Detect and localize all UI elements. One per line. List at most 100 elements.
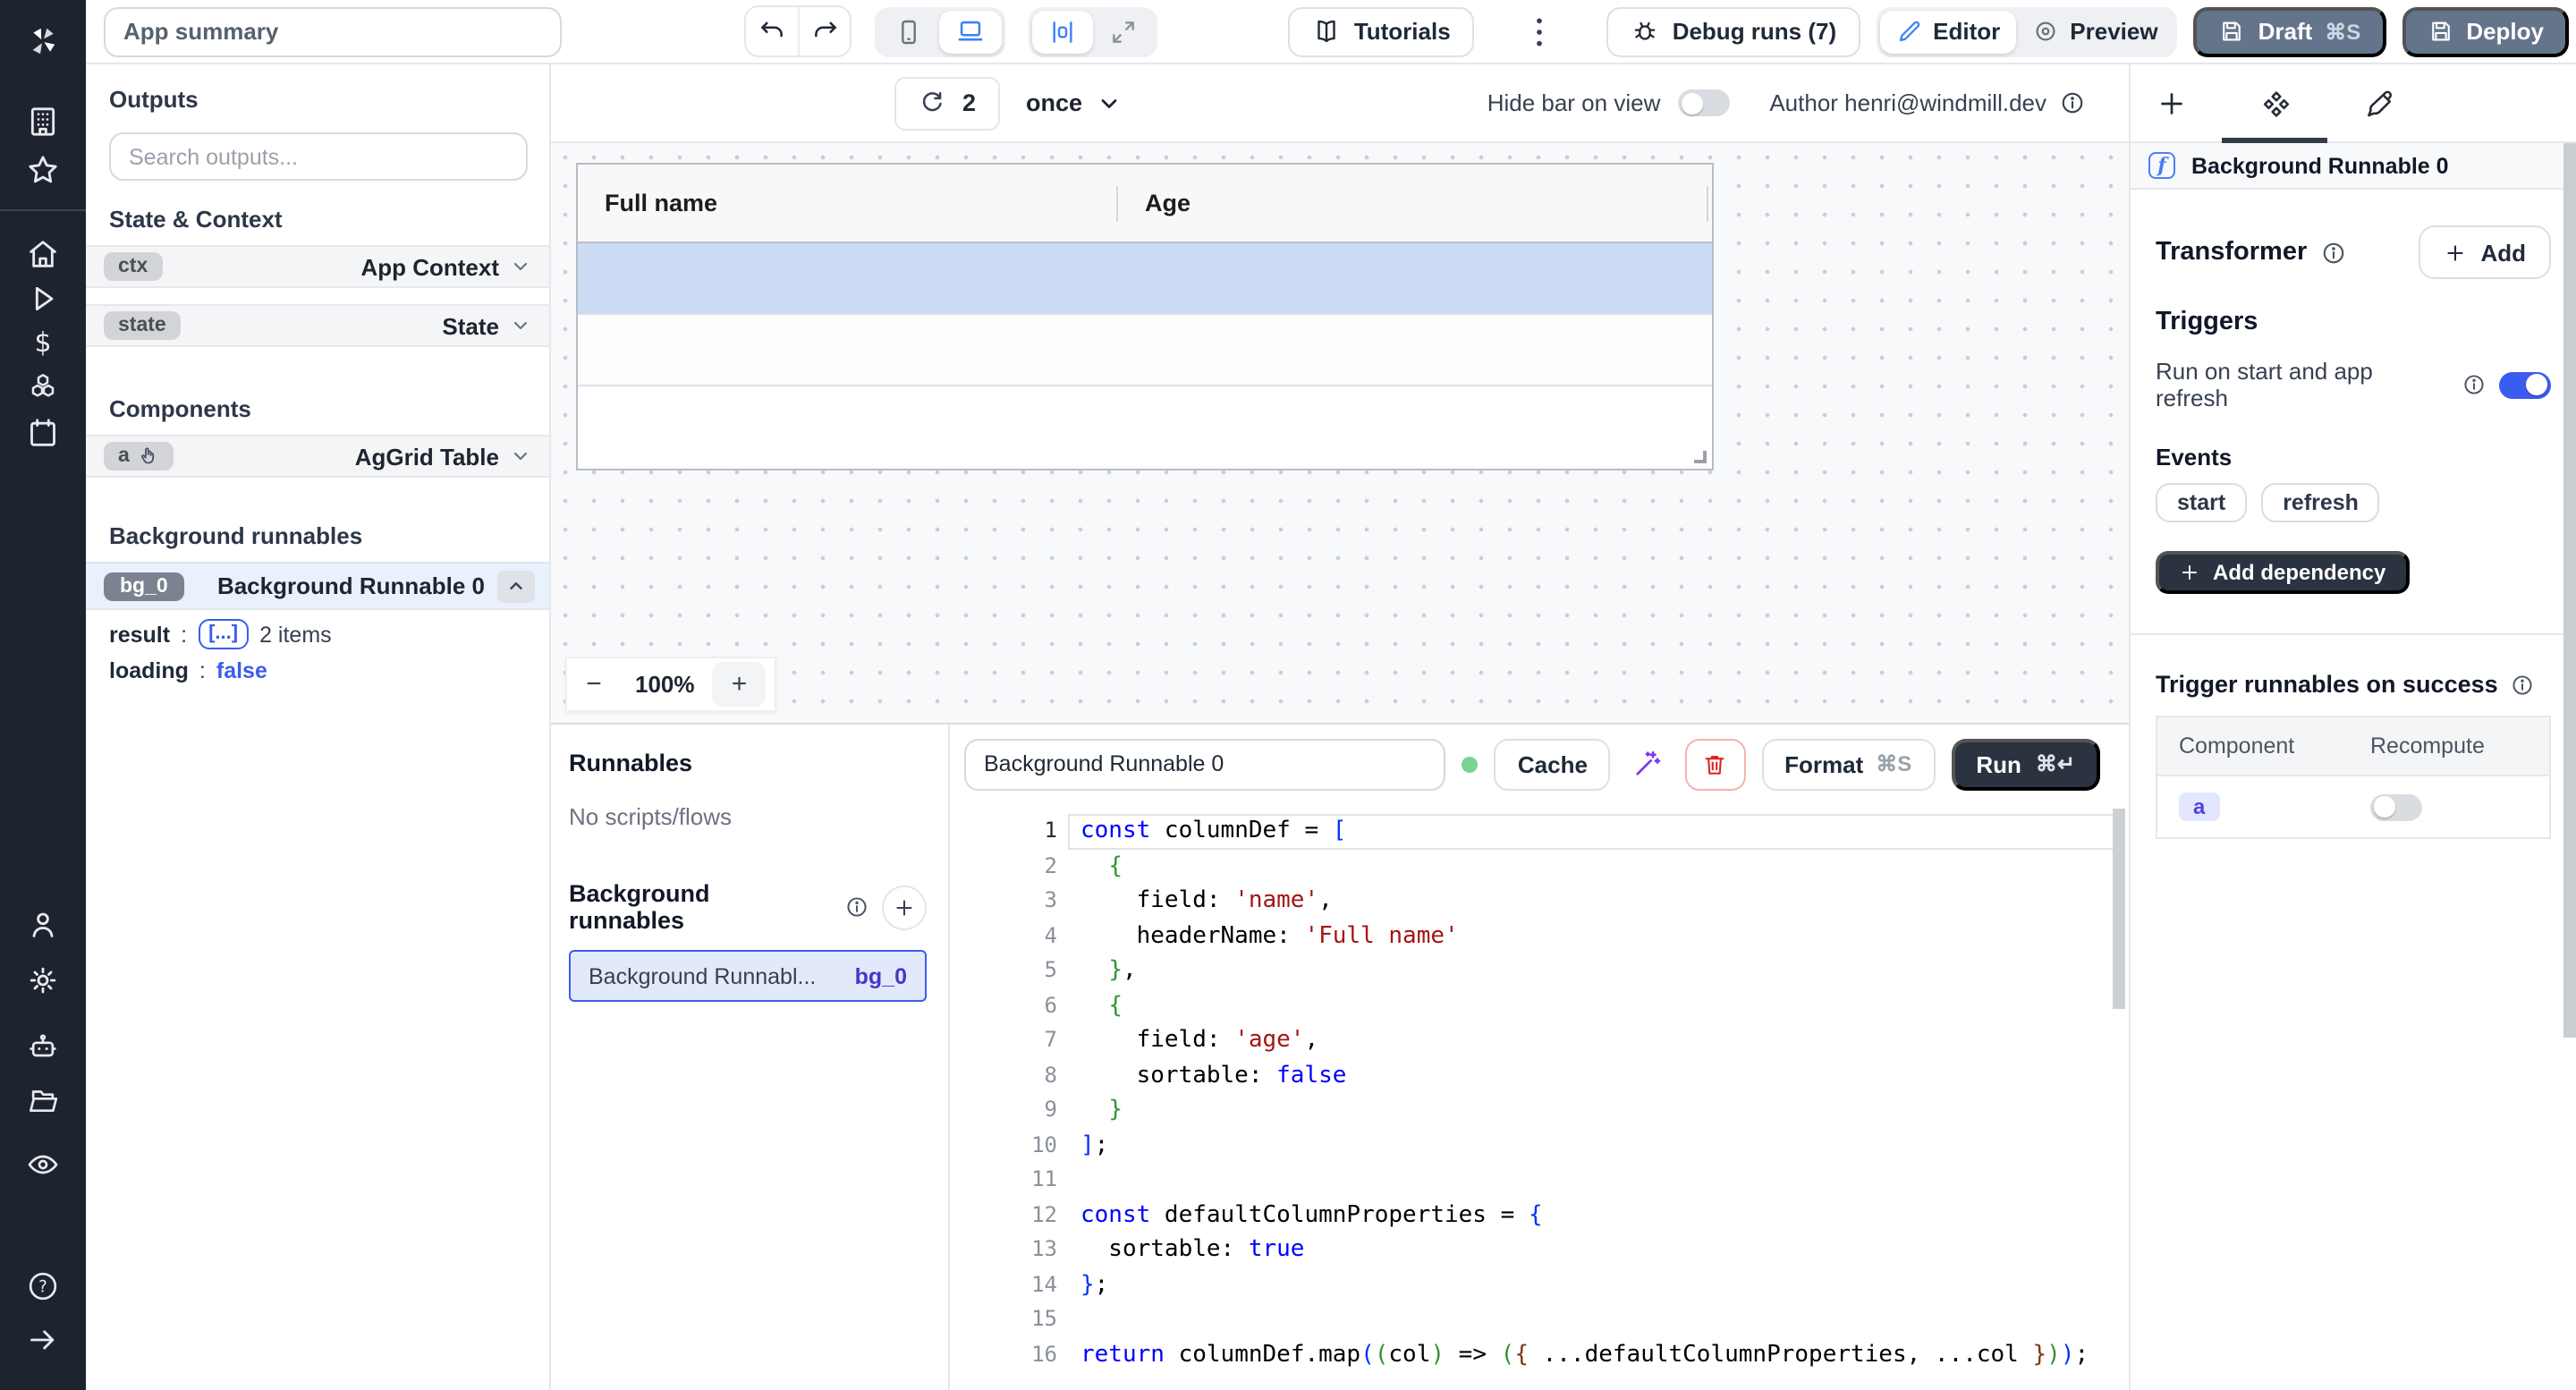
refresh-count-button[interactable]: 2 <box>894 76 999 130</box>
hide-bar-toggle[interactable] <box>1678 89 1730 116</box>
styling-brush-tab[interactable] <box>2360 84 2399 123</box>
recompute-toggle[interactable] <box>2370 793 2422 820</box>
code-line[interactable]: 3 field: 'name', <box>950 884 2129 919</box>
component-settings-tab[interactable] <box>2256 84 2295 123</box>
runnable-name-input[interactable] <box>964 738 1446 790</box>
insert-component-plus-tab[interactable] <box>2152 84 2191 123</box>
code-line[interactable]: 1const columnDef = [ <box>950 814 2129 849</box>
add-transformer-button[interactable]: Add <box>2418 225 2551 279</box>
zoom-out-button[interactable]: − <box>571 662 617 707</box>
run-on-start-label: Run on start and app refresh <box>2156 358 2449 411</box>
folders-icon[interactable] <box>23 1081 63 1120</box>
runs-play-icon[interactable] <box>23 279 63 318</box>
code-line[interactable]: 4 headerName: 'Full name' <box>950 919 2129 954</box>
component-resize-handle[interactable] <box>1694 451 1707 463</box>
code-line[interactable]: 8 sortable: false <box>950 1058 2129 1093</box>
info-icon[interactable] <box>844 894 869 920</box>
code-line[interactable]: 9 } <box>950 1093 2129 1128</box>
ai-wand-icon[interactable] <box>1627 738 1669 790</box>
search-outputs-input[interactable] <box>109 132 528 181</box>
code-editor[interactable]: 1const columnDef = [2 {3 field: 'name',4… <box>950 803 2129 1390</box>
chevron-down-icon[interactable] <box>510 445 531 467</box>
panel-scrollbar[interactable] <box>2562 143 2576 1390</box>
zoom-in-button[interactable]: + <box>713 662 767 707</box>
result-array-chip[interactable]: [...] <box>198 619 249 649</box>
preview-tab[interactable]: Preview <box>2016 10 2174 53</box>
code-line[interactable]: 2 { <box>950 849 2129 884</box>
info-icon[interactable] <box>2462 372 2487 397</box>
app-summary-input[interactable] <box>104 6 562 56</box>
home-icon[interactable] <box>23 234 63 274</box>
background-runnable-list-item[interactable]: Background Runnabl... bg_0 <box>569 950 927 1002</box>
delete-runnable-button[interactable] <box>1685 738 1745 790</box>
component-a-chip[interactable]: a <box>2179 792 2219 821</box>
aggrid-table-component[interactable]: Full name Age <box>576 163 1714 470</box>
code-line[interactable]: 13 sortable: true <box>950 1233 2129 1267</box>
event-tag-start: start <box>2156 483 2247 522</box>
column-separator[interactable] <box>1707 185 1708 221</box>
format-button[interactable]: Format ⌘S <box>1761 738 1935 790</box>
desktop-view-button[interactable] <box>939 10 1002 53</box>
user-icon[interactable] <box>23 905 63 945</box>
deploy-button[interactable]: Deploy <box>2402 6 2569 56</box>
audit-eye-icon[interactable] <box>23 1145 63 1184</box>
code-line[interactable]: 6 { <box>950 988 2129 1023</box>
refresh-mode-dropdown[interactable]: once <box>1026 89 1122 116</box>
info-icon[interactable] <box>2319 239 2346 266</box>
add-background-runnable-button[interactable] <box>882 885 927 929</box>
output-row-bg0[interactable]: bg_0 Background Runnable 0 <box>86 562 549 610</box>
center-layout-button[interactable] <box>1032 10 1093 53</box>
mobile-view-button[interactable] <box>878 10 939 53</box>
run-button[interactable]: Run ⌘↵ <box>1951 738 2100 790</box>
output-row-component-a[interactable]: a AgGrid Table <box>86 435 549 478</box>
aggrid-selected-row[interactable] <box>578 243 1712 315</box>
aggrid-column-header-age[interactable]: Age <box>1118 190 1707 216</box>
active-tab-underline <box>2222 138 2327 143</box>
code-line[interactable]: 11 <box>950 1163 2129 1198</box>
outputs-panel: Outputs State & Context ctx App Context … <box>86 64 551 1390</box>
draft-button[interactable]: Draft ⌘S <box>2194 6 2386 56</box>
info-icon[interactable] <box>2059 89 2086 116</box>
editor-tab[interactable]: Editor <box>1879 10 2016 53</box>
code-line[interactable]: 5 }, <box>950 954 2129 988</box>
tutorials-button[interactable]: Tutorials <box>1288 6 1474 56</box>
editor-scrollbar-thumb[interactable] <box>2113 809 2125 1009</box>
table-header-recompute: Recompute <box>2370 733 2485 759</box>
redo-button[interactable] <box>798 7 850 55</box>
workspace-icon[interactable] <box>23 102 63 141</box>
workers-robot-icon[interactable] <box>23 1027 63 1066</box>
resources-cubes-icon[interactable] <box>23 369 63 408</box>
output-row-state[interactable]: state State <box>86 304 549 347</box>
info-icon[interactable] <box>2511 672 2536 697</box>
aggrid-column-header-full-name[interactable]: Full name <box>578 190 1116 216</box>
code-line[interactable]: 15 <box>950 1302 2129 1337</box>
code-line[interactable]: 16return columnDef.map((col) => ({ ...de… <box>950 1337 2129 1372</box>
variables-dollar-icon[interactable]: $ <box>23 324 63 363</box>
chevron-down-icon[interactable] <box>510 256 531 277</box>
fullwidth-layout-button[interactable] <box>1093 10 1154 53</box>
settings-gear-icon[interactable] <box>23 961 63 1000</box>
output-row-ctx[interactable]: ctx App Context <box>86 245 549 288</box>
more-menu-kebab-icon[interactable] <box>1522 15 1558 47</box>
topbar: Tutorials Debug runs (7) Editor <box>86 0 2576 64</box>
add-dependency-button[interactable]: Add dependency <box>2156 551 2409 594</box>
debug-runs-button[interactable]: Debug runs (7) <box>1606 6 1860 56</box>
schedules-calendar-icon[interactable] <box>23 413 63 453</box>
code-line[interactable]: 12const defaultColumnProperties = { <box>950 1198 2129 1233</box>
app-canvas[interactable]: Full name Age − 100% + <box>551 143 2129 723</box>
run-on-start-toggle[interactable] <box>2499 371 2551 398</box>
code-line[interactable]: 14}; <box>950 1267 2129 1302</box>
panel-scrollbar-thumb[interactable] <box>2563 143 2575 1038</box>
undo-button[interactable] <box>746 7 798 55</box>
collapse-bg0-button[interactable] <box>497 570 535 602</box>
code-line[interactable]: 7 field: 'age', <box>950 1023 2129 1058</box>
chevron-down-icon[interactable] <box>510 315 531 336</box>
aggrid-row[interactable] <box>578 315 1712 386</box>
components-heading: Components <box>86 363 549 435</box>
code-line[interactable]: 10]; <box>950 1128 2129 1163</box>
windmill-logo-icon[interactable] <box>23 21 63 61</box>
help-icon[interactable]: ? <box>23 1267 63 1306</box>
cache-button[interactable]: Cache <box>1495 738 1611 790</box>
favorites-star-icon[interactable] <box>23 150 63 190</box>
collapse-arrow-icon[interactable] <box>23 1320 63 1360</box>
